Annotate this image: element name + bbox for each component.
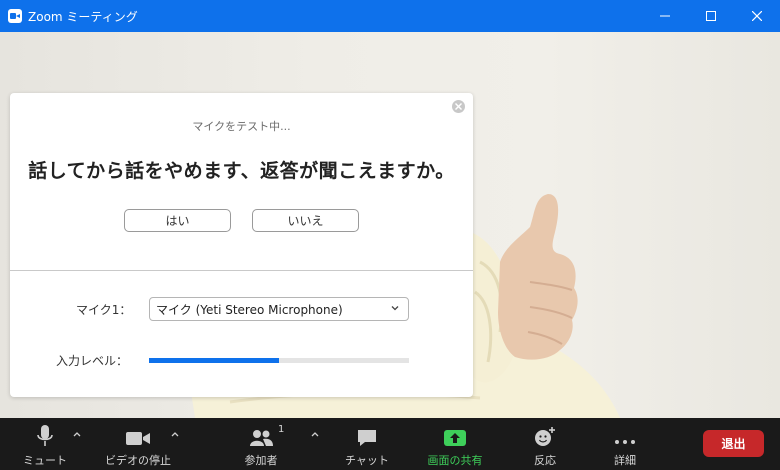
video-area: マイクをテスト中... 話してから話をやめます、返答が聞こえますか。 はい いい…	[0, 32, 780, 418]
title-bar: Zoom ミーティング	[0, 0, 780, 32]
dialog-close-button[interactable]	[452, 100, 465, 113]
input-level-fill	[149, 358, 279, 363]
share-screen-button[interactable]: 画面の共有	[422, 418, 488, 470]
participants-label: 参加者	[244, 454, 278, 467]
zoom-camera-icon	[8, 9, 22, 23]
mic-label: マイク1：	[76, 303, 132, 317]
more-button[interactable]: 詳細	[609, 418, 641, 470]
window-title: Zoom ミーティング	[28, 9, 138, 24]
chat-button[interactable]: チャット	[345, 418, 389, 470]
leave-meeting-button[interactable]: 退出	[703, 430, 764, 457]
maximize-button[interactable]	[688, 0, 734, 32]
test-status-text: マイクをテスト中...	[192, 120, 291, 133]
chat-icon	[358, 430, 376, 446]
audio-options-caret[interactable]	[72, 430, 82, 441]
mute-button[interactable]: ミュート	[22, 418, 68, 470]
no-button[interactable]: いいえ	[252, 209, 359, 232]
mic-test-dialog: マイクをテスト中... 話してから話をやめます、返答が聞こえますか。 はい いい…	[10, 93, 473, 397]
close-button[interactable]	[734, 0, 780, 32]
mute-label: ミュート	[23, 454, 67, 467]
microphone-icon	[37, 425, 53, 446]
meeting-toolbar: ミュート ビデオの停止 参加者 1 チャット 画面の共有 反応 詳細 退出	[0, 418, 780, 470]
yes-button[interactable]: はい	[124, 209, 231, 232]
participants-count: 1	[278, 424, 285, 435]
close-icon	[455, 103, 462, 110]
reactions-label: 反応	[534, 454, 556, 467]
input-level-label: 入力レベル：	[56, 354, 129, 368]
chevron-down-icon	[391, 306, 399, 311]
mic-select[interactable]: マイク (Yeti Stereo Microphone)	[149, 297, 409, 321]
minimize-button[interactable]	[642, 0, 688, 32]
more-dots-icon	[615, 440, 635, 444]
chevron-up-icon	[171, 432, 179, 437]
chevron-up-icon	[311, 432, 319, 437]
participants-icon	[250, 430, 273, 446]
chat-label: チャット	[345, 454, 389, 467]
divider	[10, 270, 473, 271]
chevron-up-icon	[73, 432, 81, 437]
close-icon	[752, 11, 762, 21]
maximize-icon	[706, 11, 716, 21]
share-screen-icon	[444, 430, 466, 446]
video-options-caret[interactable]	[170, 430, 180, 441]
reactions-button[interactable]: 反応	[529, 418, 561, 470]
video-camera-icon	[126, 432, 150, 445]
share-label: 画面の共有	[427, 454, 483, 467]
mic-select-value: マイク (Yeti Stereo Microphone)	[156, 302, 343, 317]
window-controls	[642, 0, 780, 32]
video-label: ビデオの停止	[105, 454, 171, 467]
stop-video-button[interactable]: ビデオの停止	[100, 418, 176, 470]
participants-options-caret[interactable]	[310, 430, 320, 441]
test-question: 話してから話をやめます、返答が聞こえますか。	[28, 160, 455, 182]
more-label: 詳細	[614, 454, 636, 467]
minimize-icon	[660, 15, 670, 17]
input-level-meter	[149, 358, 409, 363]
smiley-plus-icon	[535, 427, 555, 446]
